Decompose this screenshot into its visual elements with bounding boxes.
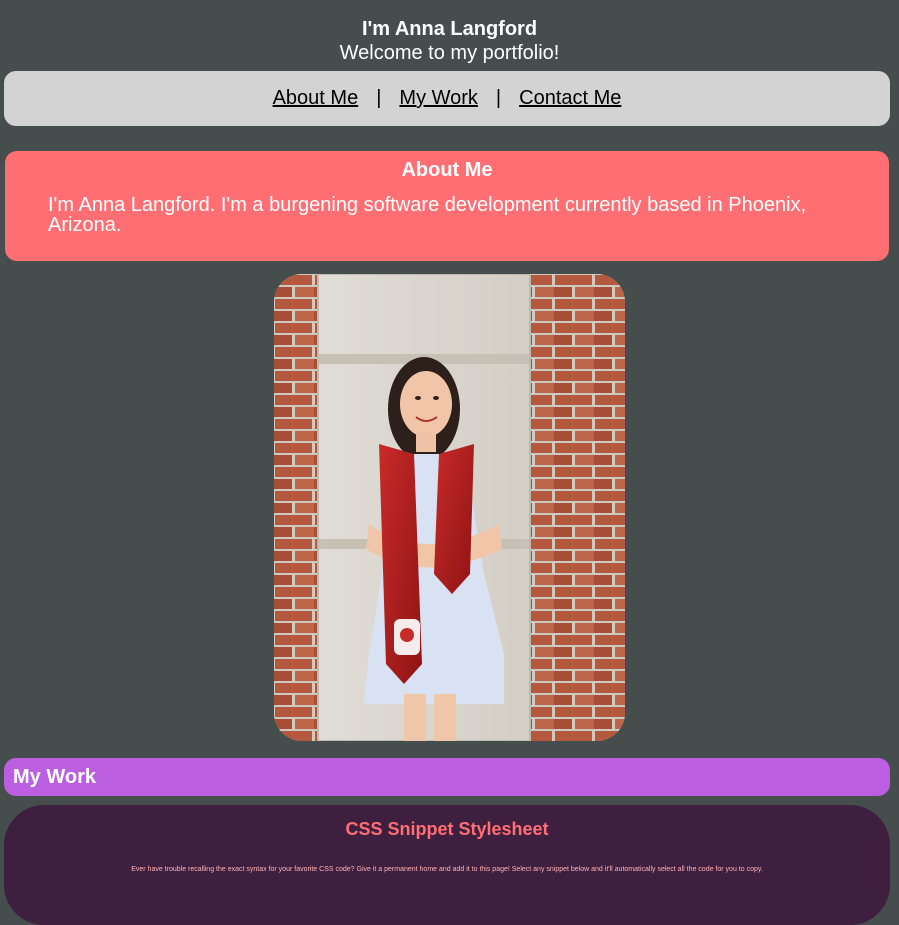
about-text: I'm Anna Langford. I'm a burgening softw… bbox=[48, 194, 807, 236]
project-card[interactable]: CSS Snippet Stylesheet Ever have trouble… bbox=[4, 805, 890, 925]
page-subtitle: Welcome to my portfolio! bbox=[339, 42, 560, 64]
nav-link-contact[interactable]: Contact Me bbox=[519, 87, 621, 110]
nav-link-work[interactable]: My Work bbox=[399, 87, 478, 110]
profile-photo-image bbox=[274, 274, 625, 741]
project-title: CSS Snippet Stylesheet bbox=[345, 819, 549, 839]
nav-link-about[interactable]: About Me bbox=[273, 87, 359, 110]
page-title: I'm Anna Langford bbox=[361, 18, 538, 40]
main-nav: About Me | My Work | Contact Me bbox=[4, 71, 890, 126]
nav-separator: | bbox=[376, 87, 382, 109]
profile-photo bbox=[274, 274, 625, 741]
nav-separator: | bbox=[495, 87, 502, 109]
project-description: Ever have trouble recalling the exact sy… bbox=[131, 866, 763, 873]
page-header: I'm Anna Langford Welcome to my portfoli… bbox=[0, 0, 899, 65]
about-section: About Me I'm Anna Langford. I'm a burgen… bbox=[5, 151, 889, 261]
work-section-header: My Work bbox=[4, 758, 890, 796]
about-heading: About Me bbox=[401, 159, 493, 181]
work-heading: My Work bbox=[13, 766, 96, 788]
